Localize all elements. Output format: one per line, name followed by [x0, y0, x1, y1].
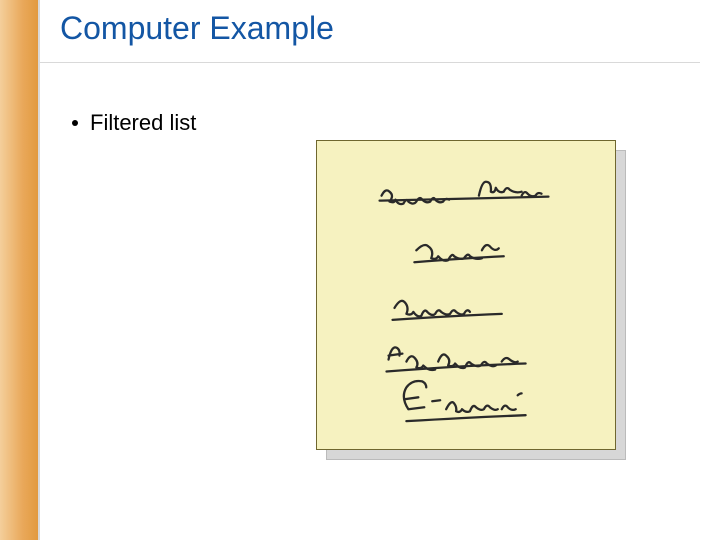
page-title: Computer Example: [60, 10, 334, 47]
handwriting-icon: [317, 141, 615, 449]
bullet-text: Filtered list: [90, 110, 196, 136]
sticky-note: [316, 140, 616, 450]
bullet-item: Filtered list: [72, 110, 196, 136]
bullet-dot: [72, 120, 78, 126]
header-rule: [40, 62, 700, 63]
side-divider: [38, 0, 40, 540]
side-accent-bar: [0, 0, 38, 540]
